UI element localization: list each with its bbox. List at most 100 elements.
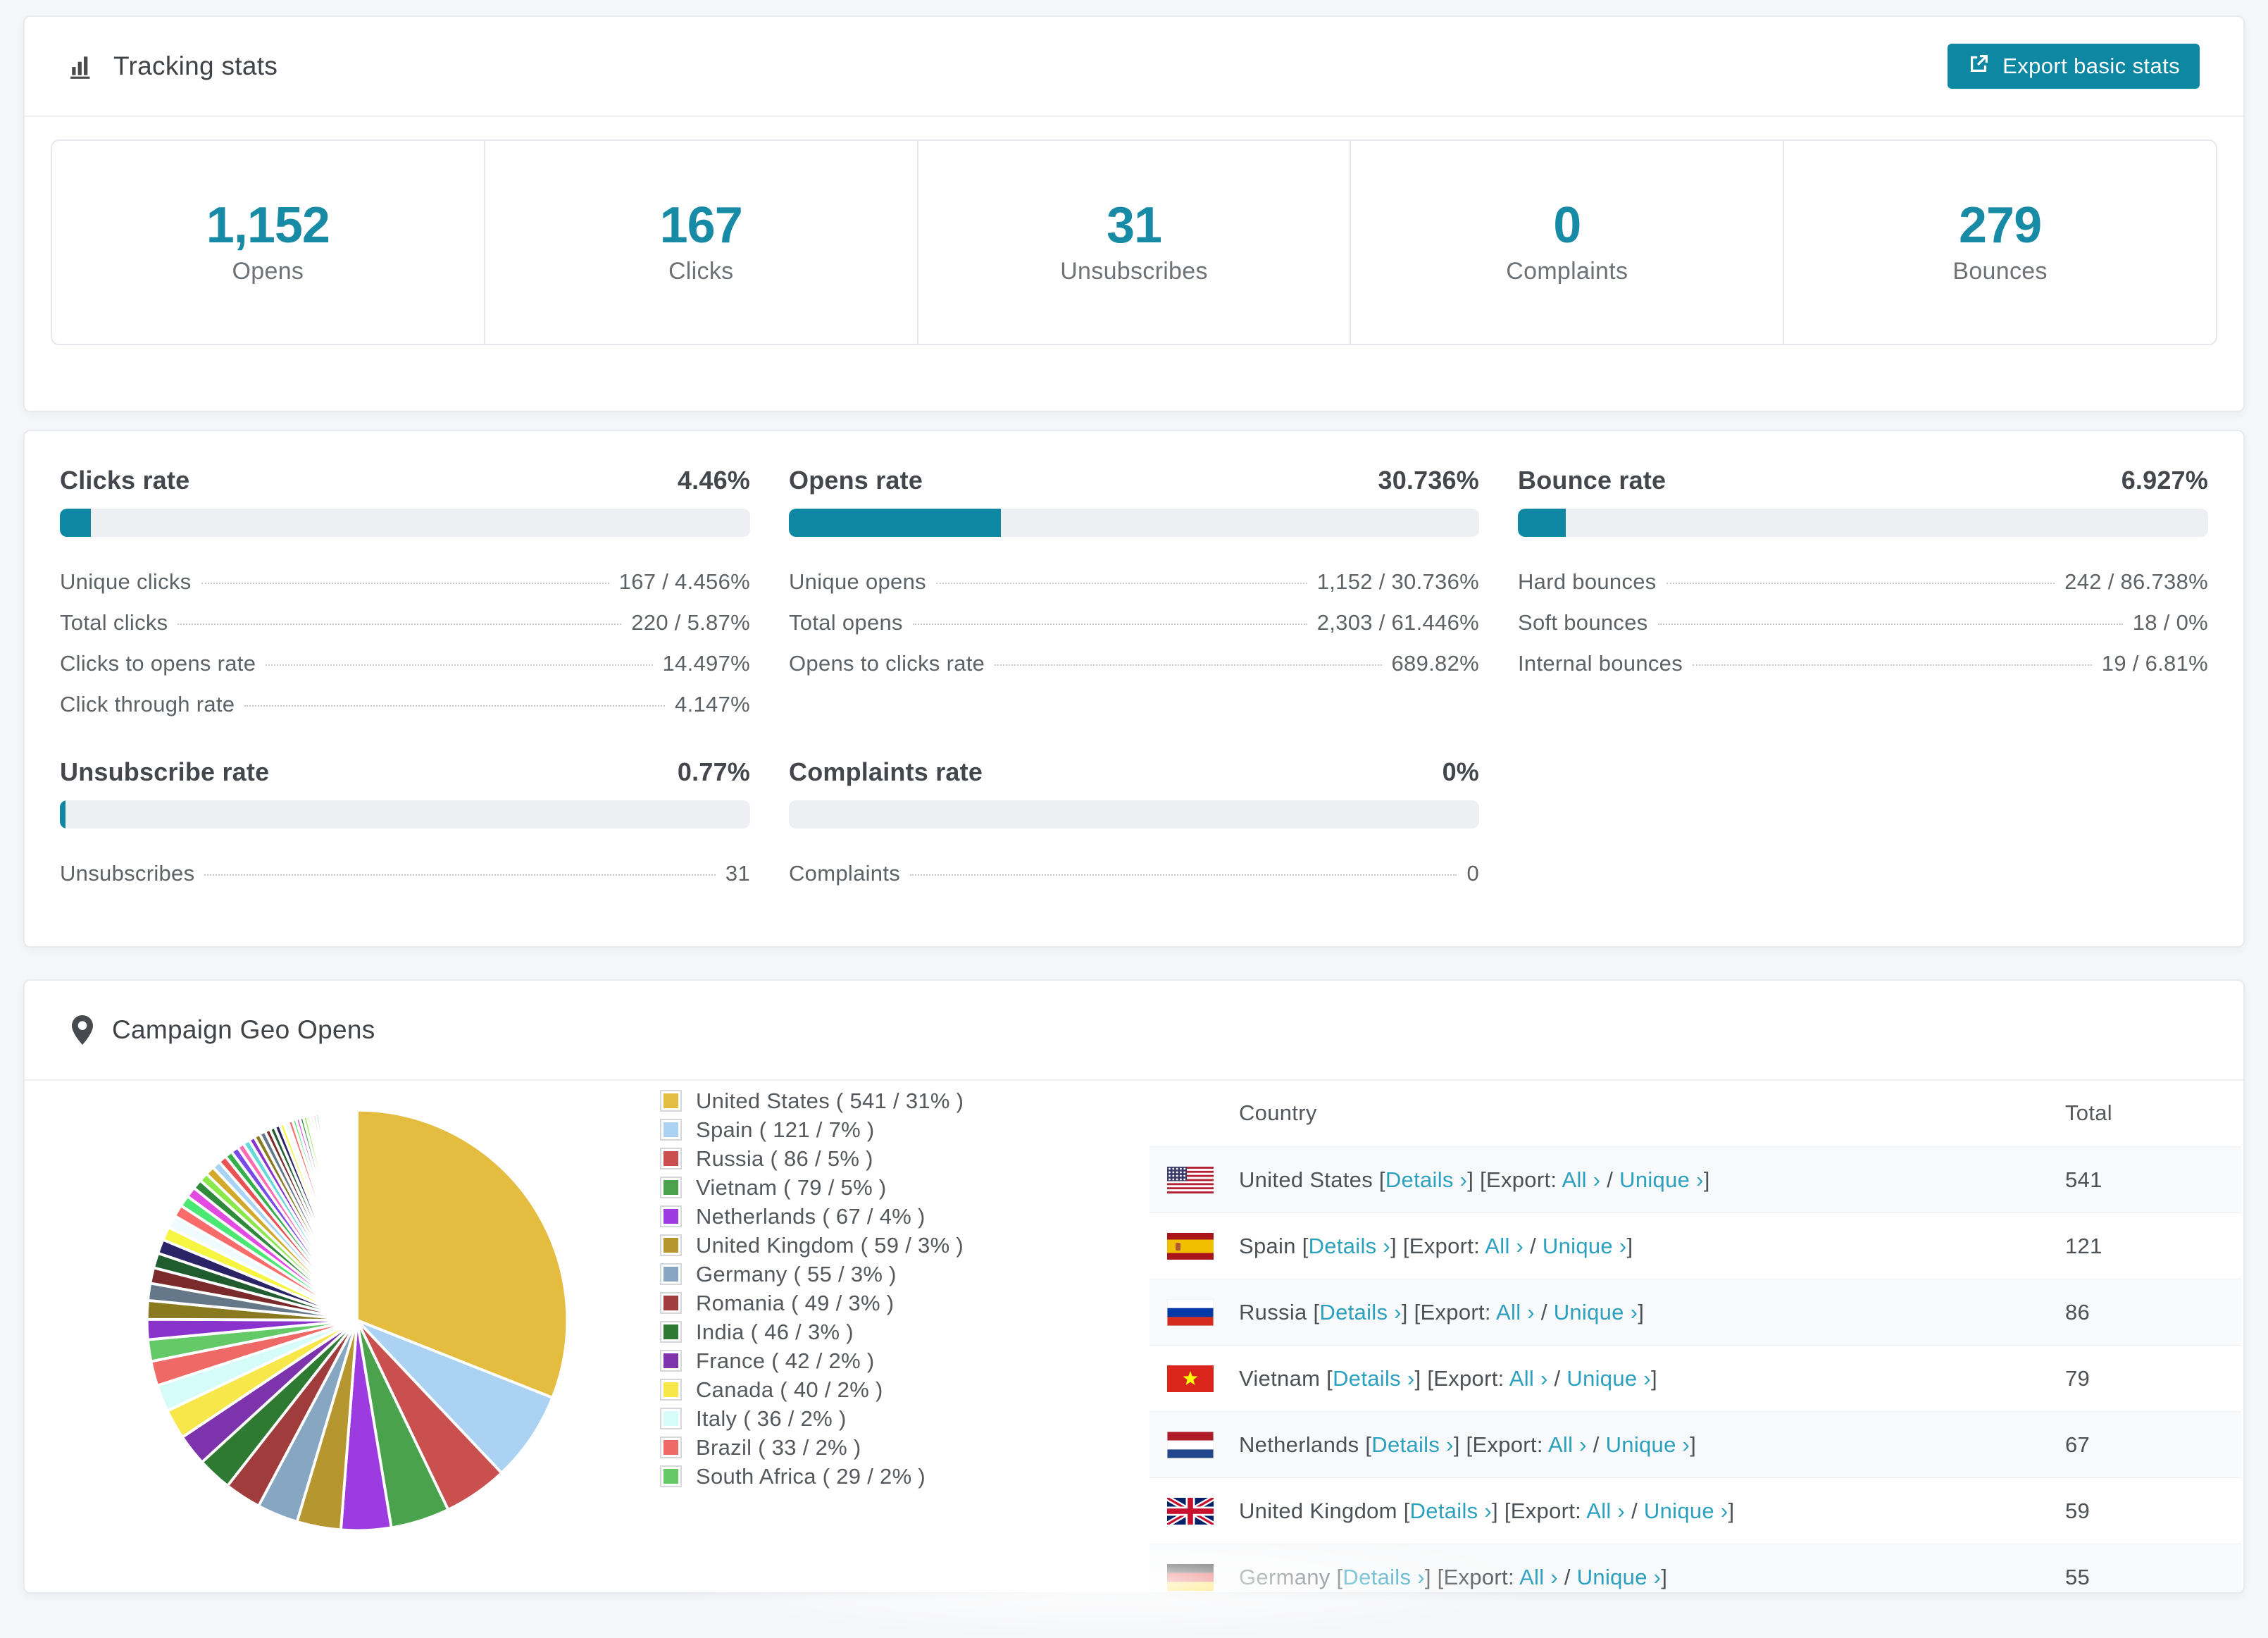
legend-swatch — [660, 1263, 682, 1285]
stat-label: Bounces — [1952, 258, 2048, 285]
dotted-leader — [204, 874, 716, 876]
details-link[interactable]: Details › — [1333, 1366, 1414, 1391]
export-unique-link[interactable]: Unique › — [1543, 1234, 1627, 1258]
rate-row: Hard bounces 242 / 86.738% — [1518, 569, 2208, 610]
rates-grid: Clicks rate 4.46% Unique clicks 167 / 4.… — [60, 465, 2208, 902]
dotted-leader — [1657, 623, 2123, 625]
rate-row: Total clicks 220 / 5.87% — [60, 610, 750, 651]
flag-ru-icon — [1167, 1298, 1214, 1326]
legend-swatch — [660, 1234, 682, 1256]
rate-title: Complaints rate — [789, 757, 983, 786]
export-unique-link[interactable]: Unique › — [1606, 1432, 1690, 1457]
rate-title: Clicks rate — [60, 466, 190, 495]
total-cell: 121 — [2065, 1233, 2102, 1258]
rate-progress-track — [60, 800, 750, 829]
rate-panel-bounce-rate: Bounce rate 6.927% Hard bounces 242 / 86… — [1518, 465, 2208, 733]
export-button-label: Export basic stats — [2002, 54, 2180, 78]
legend-item-spain: Spain ( 121 / 7% ) — [660, 1115, 964, 1144]
legend-item-italy: Italy ( 36 / 2% ) — [660, 1404, 964, 1433]
rate-row: Clicks to opens rate 14.497% — [60, 651, 750, 692]
rate-row-value: 0 — [1466, 861, 1479, 886]
legend-swatch — [660, 1148, 682, 1169]
total-cell: 67 — [2065, 1432, 2091, 1457]
flag-de-icon — [1167, 1563, 1214, 1591]
stat-value: 0 — [1553, 197, 1581, 254]
stat-label: Unsubscribes — [1060, 258, 1208, 285]
details-link[interactable]: Details › — [1342, 1565, 1424, 1589]
legend-swatch — [660, 1119, 682, 1141]
export-unique-link[interactable]: Unique › — [1644, 1499, 1728, 1523]
legend-label: South Africa ( 29 / 2% ) — [696, 1463, 926, 1489]
geo-table-header: Country Total — [1149, 1079, 2241, 1146]
export-all-link[interactable]: All › — [1509, 1366, 1548, 1391]
page-title: Tracking stats — [113, 51, 278, 80]
geo-table-row-es: Spain [Details ›] [Export: All › / Uniqu… — [1149, 1212, 2241, 1279]
rate-row: Click through rate 4.147% — [60, 692, 750, 733]
rate-row-label: Unique clicks — [60, 569, 192, 594]
country-name: United Kingdom — [1239, 1498, 1397, 1523]
export-unique-link[interactable]: Unique › — [1554, 1300, 1638, 1324]
geo-table-row-gb: United Kingdom [Details ›] [Export: All … — [1149, 1477, 2241, 1544]
pie-svg — [145, 1108, 569, 1532]
rate-value: 6.927% — [2121, 466, 2208, 495]
legend-label: Romania ( 49 / 3% ) — [696, 1290, 895, 1315]
total-cell: 55 — [2065, 1564, 2091, 1589]
legend-item-india: India ( 46 / 3% ) — [660, 1317, 964, 1346]
rate-row-label: Soft bounces — [1518, 610, 1648, 635]
legend-swatch — [660, 1321, 682, 1343]
details-link[interactable]: Details › — [1309, 1234, 1390, 1258]
rate-progress-track — [789, 509, 1479, 537]
country-name: Germany — [1239, 1564, 1331, 1589]
bar-chart-icon — [68, 51, 98, 81]
rate-row-label: Click through rate — [60, 692, 235, 716]
legend-swatch — [660, 1090, 682, 1112]
legend-item-germany: Germany ( 55 / 3% ) — [660, 1260, 964, 1289]
export-all-link[interactable]: All › — [1562, 1167, 1601, 1192]
legend-label: United States ( 541 / 31% ) — [696, 1088, 964, 1113]
rate-panel-unsubscribe-rate: Unsubscribe rate 0.77% Unsubscribes 31 — [60, 757, 750, 902]
country-cell: Vietnam [Details ›] [Export: All › / Uni… — [1239, 1365, 1657, 1391]
legend-item-france: France ( 42 / 2% ) — [660, 1346, 964, 1375]
export-all-link[interactable]: All › — [1485, 1234, 1524, 1258]
rate-row-value: 31 — [725, 861, 750, 886]
rate-row-label: Total clicks — [60, 610, 168, 635]
export-unique-link[interactable]: Unique › — [1566, 1366, 1651, 1391]
details-link[interactable]: Details › — [1385, 1167, 1467, 1192]
stat-box-opens: 1,152 Opens — [52, 141, 485, 344]
legend-label: Germany ( 55 / 3% ) — [696, 1261, 897, 1286]
export-all-link[interactable]: All › — [1548, 1432, 1587, 1457]
legend-item-brazil: Brazil ( 33 / 2% ) — [660, 1433, 964, 1462]
rate-progress-fill — [1518, 509, 1566, 537]
dotted-leader — [201, 583, 609, 584]
export-all-link[interactable]: All › — [1586, 1499, 1625, 1523]
country-cell: Russia [Details ›] [Export: All › / Uniq… — [1239, 1299, 1645, 1324]
details-link[interactable]: Details › — [1371, 1432, 1453, 1457]
rate-title: Bounce rate — [1518, 466, 1666, 495]
legend-item-south-africa: South Africa ( 29 / 2% ) — [660, 1462, 964, 1491]
campaign-geo-opens-card: Campaign Geo Opens United States ( 541 /… — [23, 979, 2245, 1594]
geo-table-row-de: Germany [Details ›] [Export: All › / Uni… — [1149, 1544, 2241, 1592]
export-unique-link[interactable]: Unique › — [1619, 1167, 1704, 1192]
geo-table: Country Total United States [Details ›] … — [1149, 1079, 2241, 1592]
rate-progress-track — [60, 509, 750, 537]
geo-header: Campaign Geo Opens — [25, 981, 2243, 1081]
export-all-link[interactable]: All › — [1519, 1565, 1558, 1589]
export-all-link[interactable]: All › — [1496, 1300, 1535, 1324]
rate-row-label: Internal bounces — [1518, 651, 1683, 676]
rate-row: Soft bounces 18 / 0% — [1518, 610, 2208, 651]
legend-label: Spain ( 121 / 7% ) — [696, 1117, 875, 1142]
export-basic-stats-button[interactable]: Export basic stats — [1948, 44, 2200, 89]
stat-value: 167 — [659, 197, 743, 254]
details-link[interactable]: Details › — [1410, 1499, 1492, 1523]
dotted-leader — [910, 874, 1457, 876]
flag-es-icon — [1167, 1232, 1214, 1260]
stat-value: 279 — [1959, 197, 2042, 254]
tracking-stats-header: Tracking stats Export basic stats — [25, 17, 2243, 117]
country-name: United States — [1239, 1167, 1373, 1192]
total-cell: 79 — [2065, 1365, 2091, 1391]
stat-box-clicks: 167 Clicks — [485, 141, 918, 344]
export-unique-link[interactable]: Unique › — [1577, 1565, 1662, 1589]
details-link[interactable]: Details › — [1319, 1300, 1401, 1324]
legend-item-canada: Canada ( 40 / 2% ) — [660, 1375, 964, 1404]
rate-row-value: 220 / 5.87% — [631, 610, 750, 635]
